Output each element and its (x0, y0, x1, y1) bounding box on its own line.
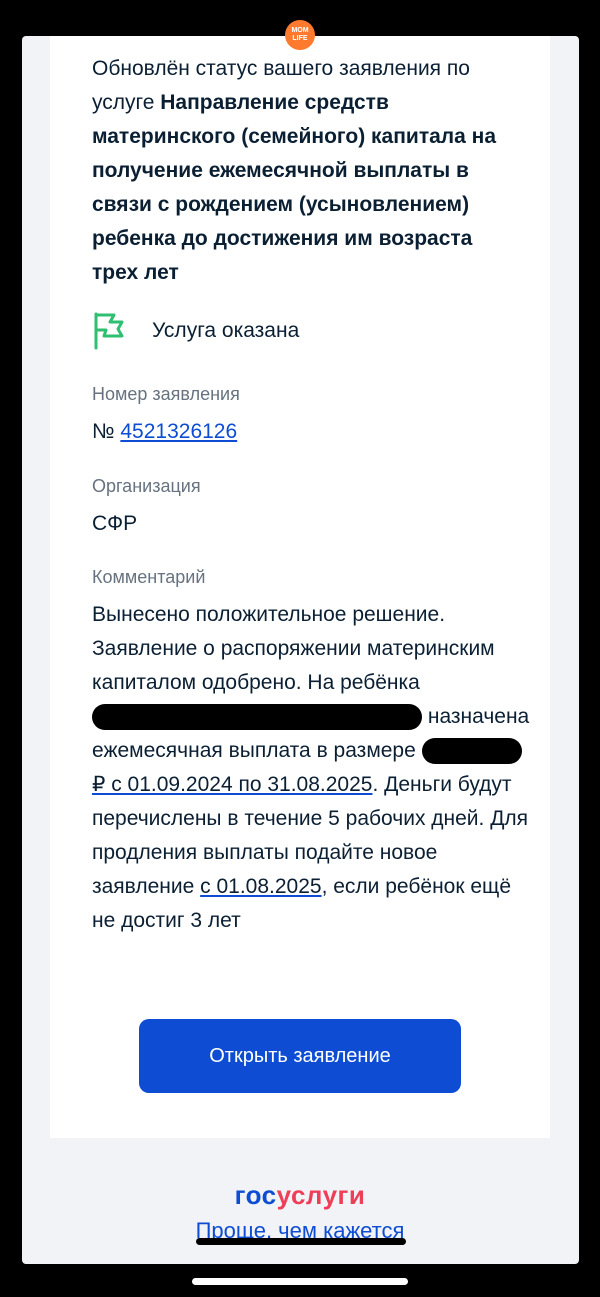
flag-icon (94, 312, 124, 350)
application-number: № 4521326126 (92, 420, 238, 443)
home-indicator[interactable] (192, 1278, 408, 1285)
redacted-name (92, 704, 422, 731)
comment-text: Вынесено положительное решение. Заявлени… (92, 603, 530, 932)
status-text: Услуга оказана (152, 319, 300, 342)
comment-label: Комментарий (92, 567, 206, 587)
renewal-date: с 01.08.2025 (200, 875, 322, 898)
organization-value: СФР (92, 512, 138, 535)
open-application-button[interactable]: Открыть заявление (139, 1019, 461, 1093)
date-range: ₽ с 01.09.2024 по 31.08.2025 (92, 773, 373, 796)
application-number-label: Номер заявления (92, 384, 240, 404)
service-name: Направление средств материнского (семейн… (92, 91, 496, 284)
momlife-logo: MOM LIFE (285, 20, 315, 50)
redacted-amount (421, 738, 522, 765)
organization-label: Организация (92, 476, 201, 496)
status-row: Услуга оказана (92, 312, 299, 350)
overlay-bar (196, 1238, 406, 1245)
gosuslugi-logo: госуслуги (234, 1180, 366, 1210)
application-number-link[interactable]: 4521326126 (120, 420, 237, 443)
status-intro: Обновлён статус вашего заявления по услу… (92, 52, 522, 290)
